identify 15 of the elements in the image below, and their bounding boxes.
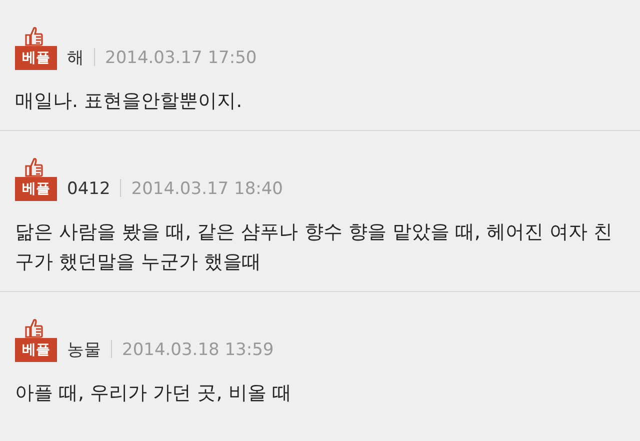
- comment-time: 2014.03.17 17:50: [105, 47, 257, 70]
- thumbs-up-icon: [25, 26, 43, 46]
- author-name: 농물: [67, 339, 101, 362]
- comment-time: 2014.03.18 13:59: [122, 339, 274, 362]
- best-reply-badge: 베플: [15, 338, 57, 362]
- best-reply-badge: 베플: [15, 177, 57, 201]
- comment-text: 닮은 사람을 봤을 때, 같은 샴푸나 향수 향을 맡았을 때, 헤어진 여자 친구가 했던말을 누군가 했을때: [15, 220, 614, 275]
- comment-text: 아플 때, 우리가 가던 곳, 비올 때: [15, 381, 292, 406]
- comment-time: 2014.03.17 18:40: [131, 178, 283, 201]
- best-reply-badge: 베플: [15, 46, 57, 70]
- thumbs-up-icon: [25, 157, 43, 177]
- author-name: 0412: [67, 178, 110, 201]
- author-name: 해: [67, 47, 84, 70]
- thumbs-up-icon: [25, 318, 43, 338]
- comment-text: 매일나. 표현을안할뿐이지.: [15, 89, 244, 114]
